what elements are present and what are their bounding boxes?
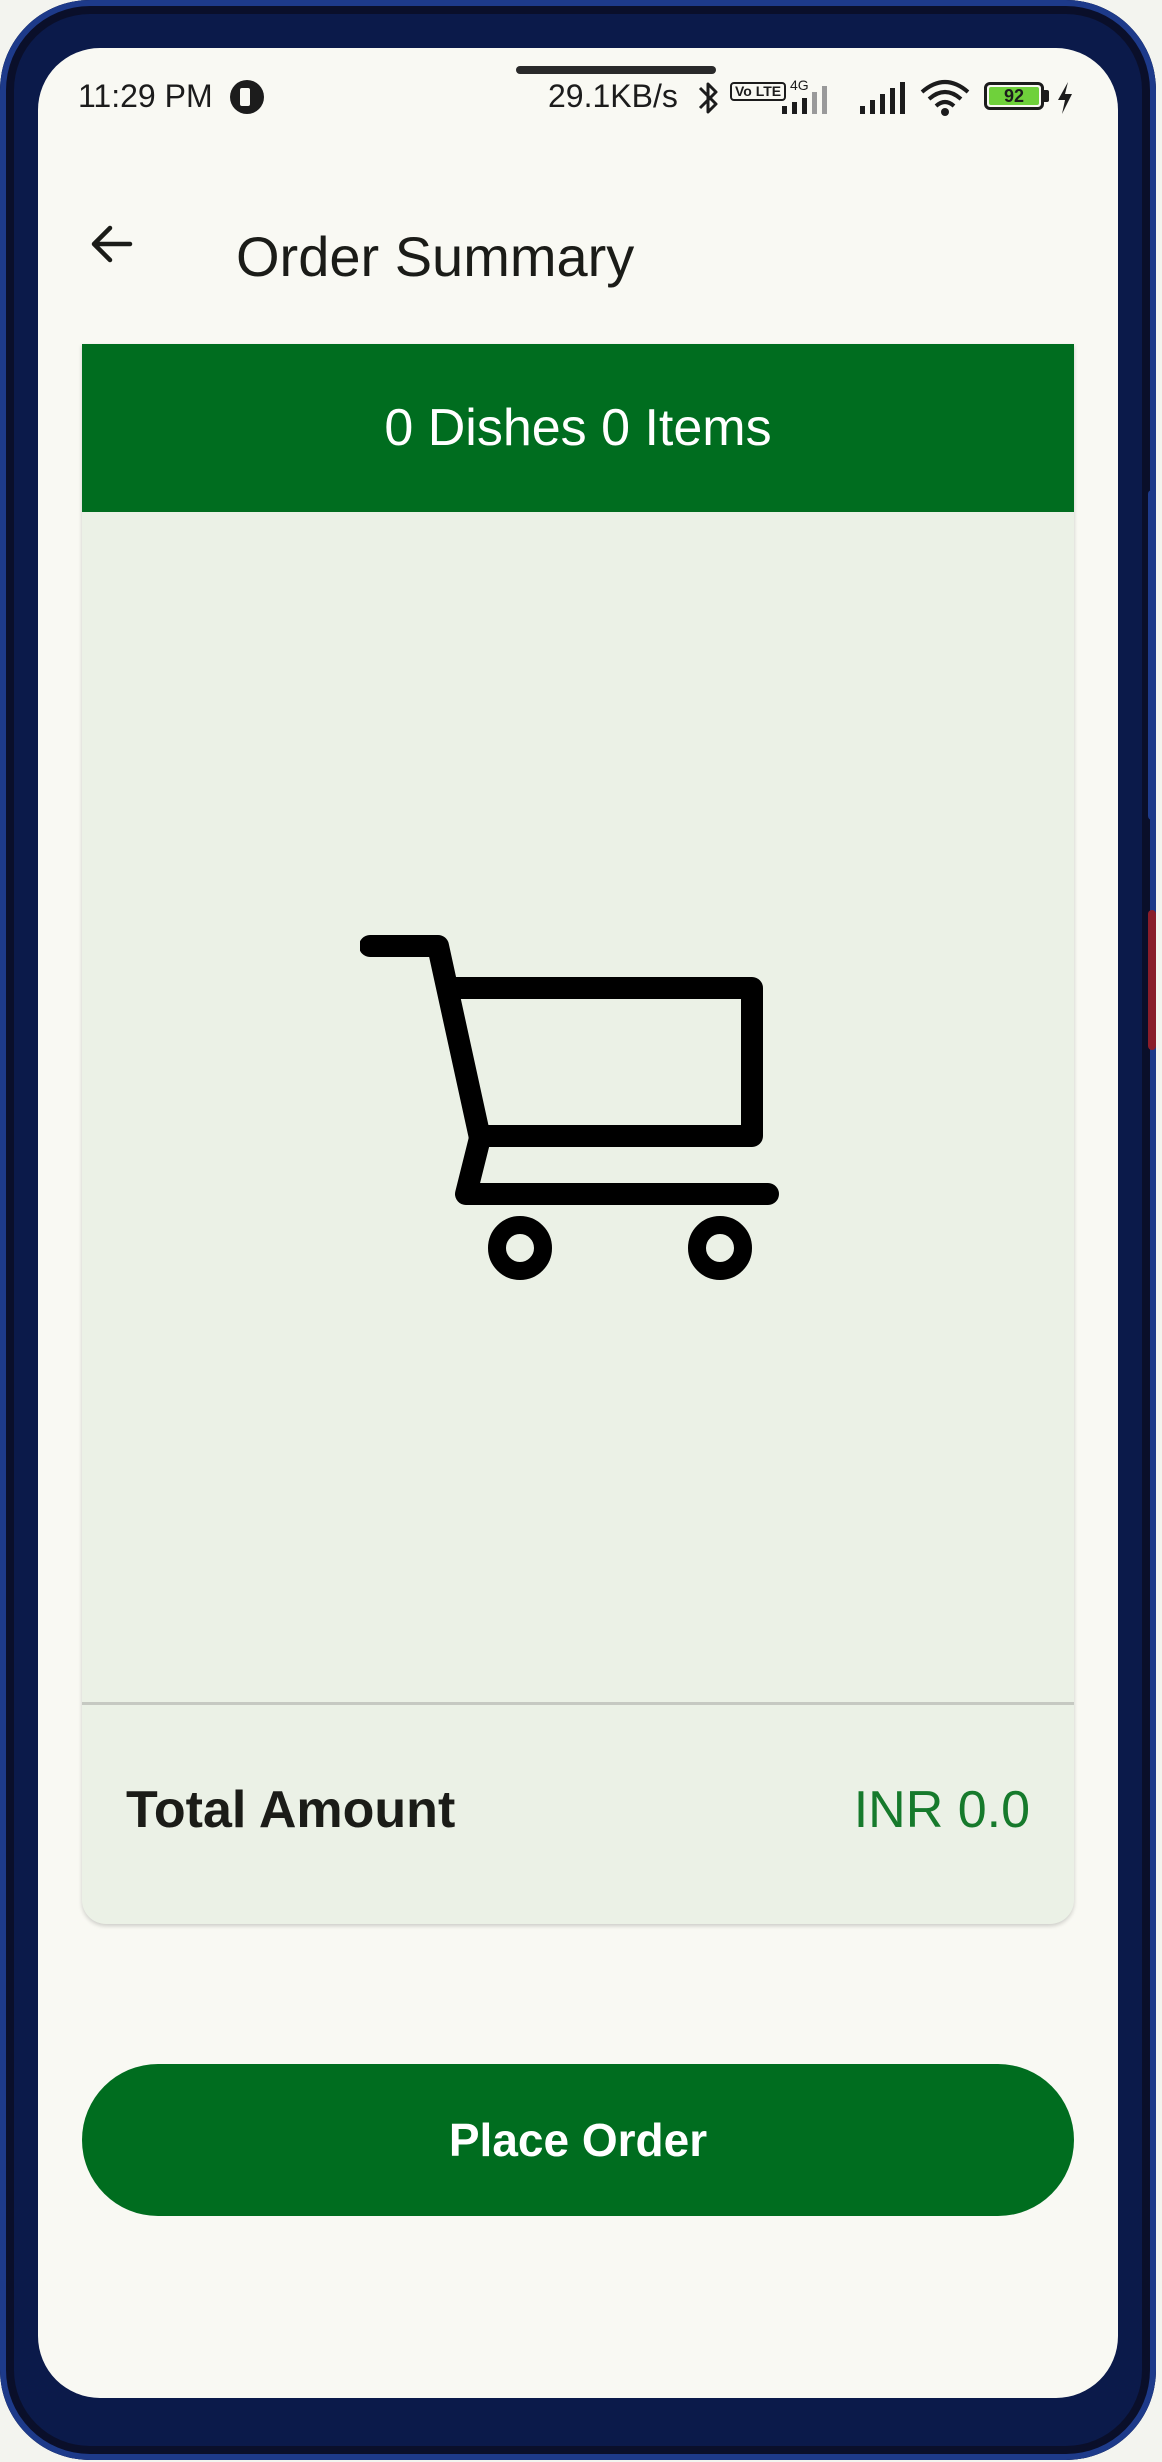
status-bar: 11:29 PM 29.1KB/s Vo LTE 4G 92 <box>38 48 1118 148</box>
bluetooth-icon <box>698 82 718 114</box>
network-type: 4G <box>790 78 809 93</box>
signal-icon: 4G <box>782 78 827 114</box>
data-saver-icon <box>230 80 264 114</box>
battery-tip <box>1044 90 1049 102</box>
battery-level: 92 <box>989 87 1039 105</box>
divider <box>82 1702 1074 1705</box>
order-summary-card: 0 Dishes 0 Items Total Amount INR 0.0 <box>82 344 1074 1924</box>
order-count-header: 0 Dishes 0 Items <box>82 344 1074 512</box>
network-speed: 29.1KB/s <box>548 78 678 114</box>
shopping-cart-icon <box>360 935 779 1280</box>
status-time: 11:29 PM <box>78 78 213 114</box>
total-amount-label: Total Amount <box>126 1781 456 1839</box>
phone-frame: 11:29 PM 29.1KB/s Vo LTE 4G 92 Order Sum… <box>0 0 1156 2460</box>
app-bar: Order Summary <box>38 178 1118 298</box>
signal-icon <box>860 82 905 114</box>
battery-icon: 92 <box>984 82 1044 110</box>
back-button[interactable] <box>76 208 148 280</box>
power-button <box>1148 910 1156 1050</box>
arrow-left-icon <box>91 225 133 263</box>
screen: 11:29 PM 29.1KB/s Vo LTE 4G 92 Order Sum… <box>38 48 1118 2398</box>
volume-button <box>1148 490 1156 820</box>
total-amount-value: INR 0.0 <box>853 1781 1030 1839</box>
empty-cart-area <box>82 512 1074 1702</box>
page-title: Order Summary <box>236 225 635 288</box>
wifi-icon <box>920 80 970 116</box>
place-order-button[interactable]: Place Order <box>82 2064 1074 2216</box>
charging-icon <box>1058 82 1072 114</box>
